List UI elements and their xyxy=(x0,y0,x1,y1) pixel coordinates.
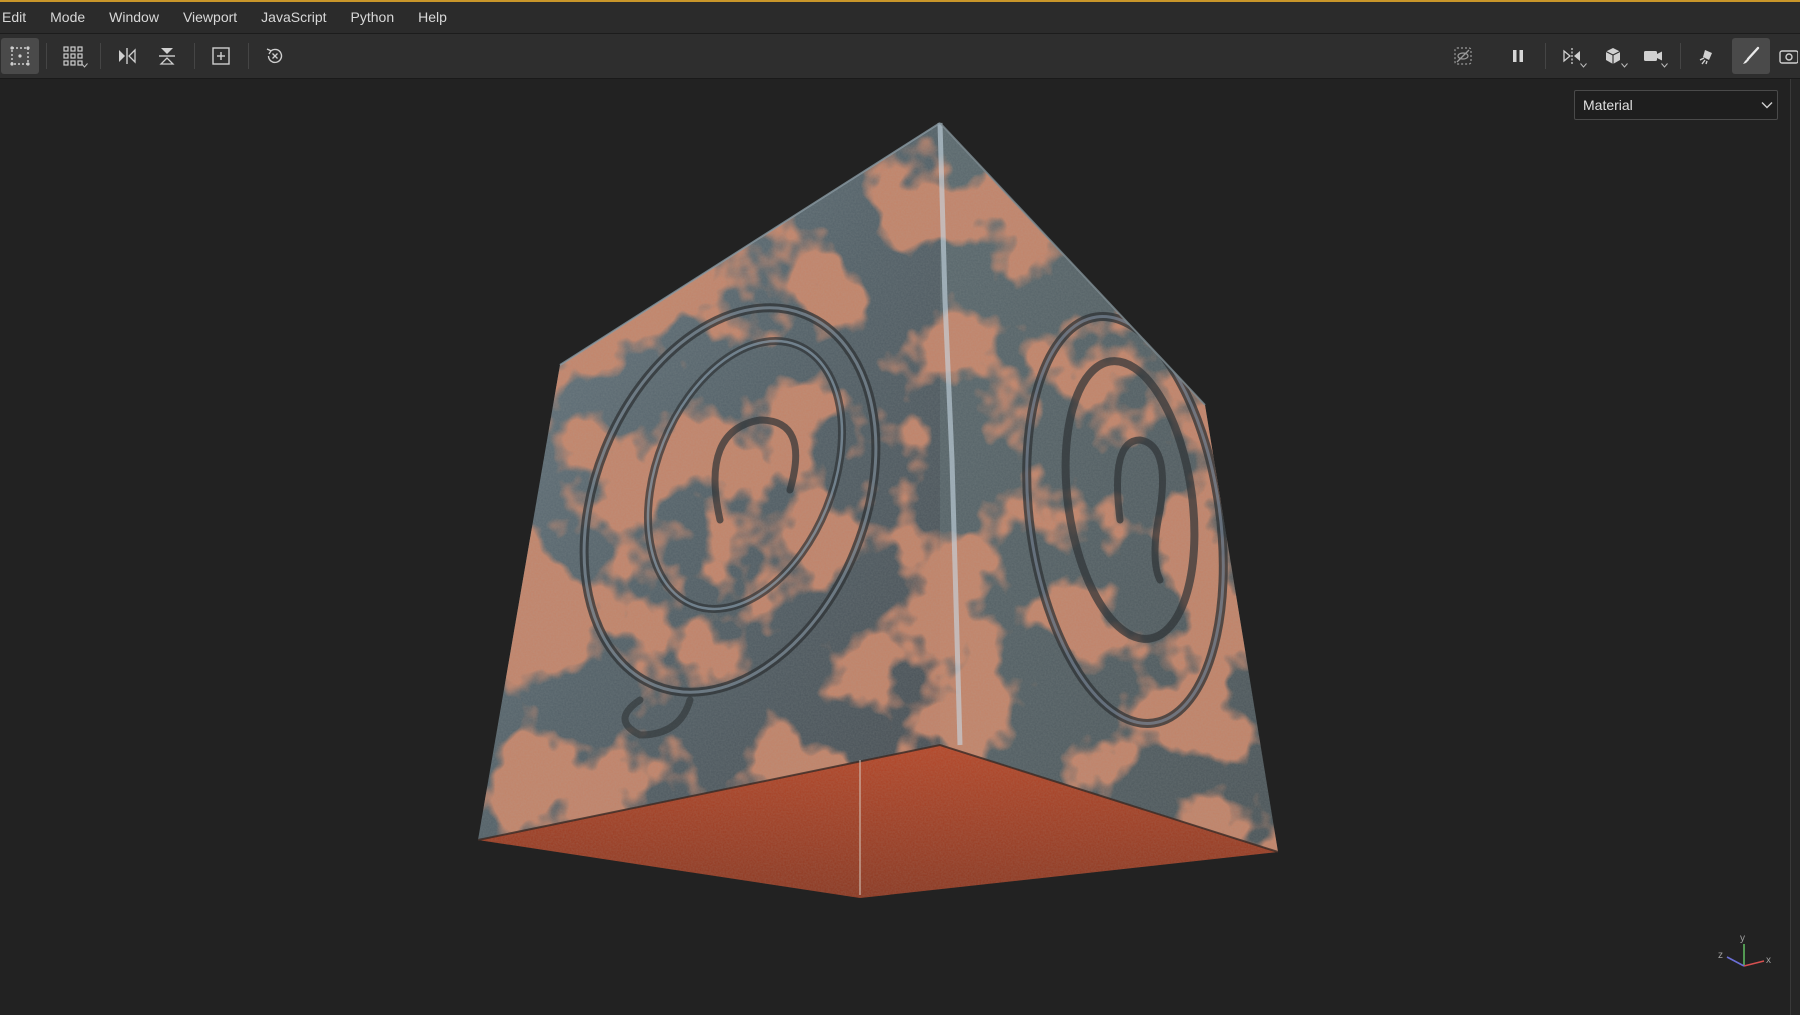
axis-gizmo: y x z xyxy=(1718,933,1771,967)
shading-mode-dropdown[interactable]: Material xyxy=(1574,90,1778,120)
axis-label-y: y xyxy=(1740,933,1745,944)
rusted-metal-cube xyxy=(477,122,1279,898)
chevron-down-icon xyxy=(1757,101,1777,109)
shading-mode-value: Material xyxy=(1583,97,1633,113)
axis-label-x: x xyxy=(1766,955,1771,966)
axis-label-z: z xyxy=(1718,950,1723,961)
